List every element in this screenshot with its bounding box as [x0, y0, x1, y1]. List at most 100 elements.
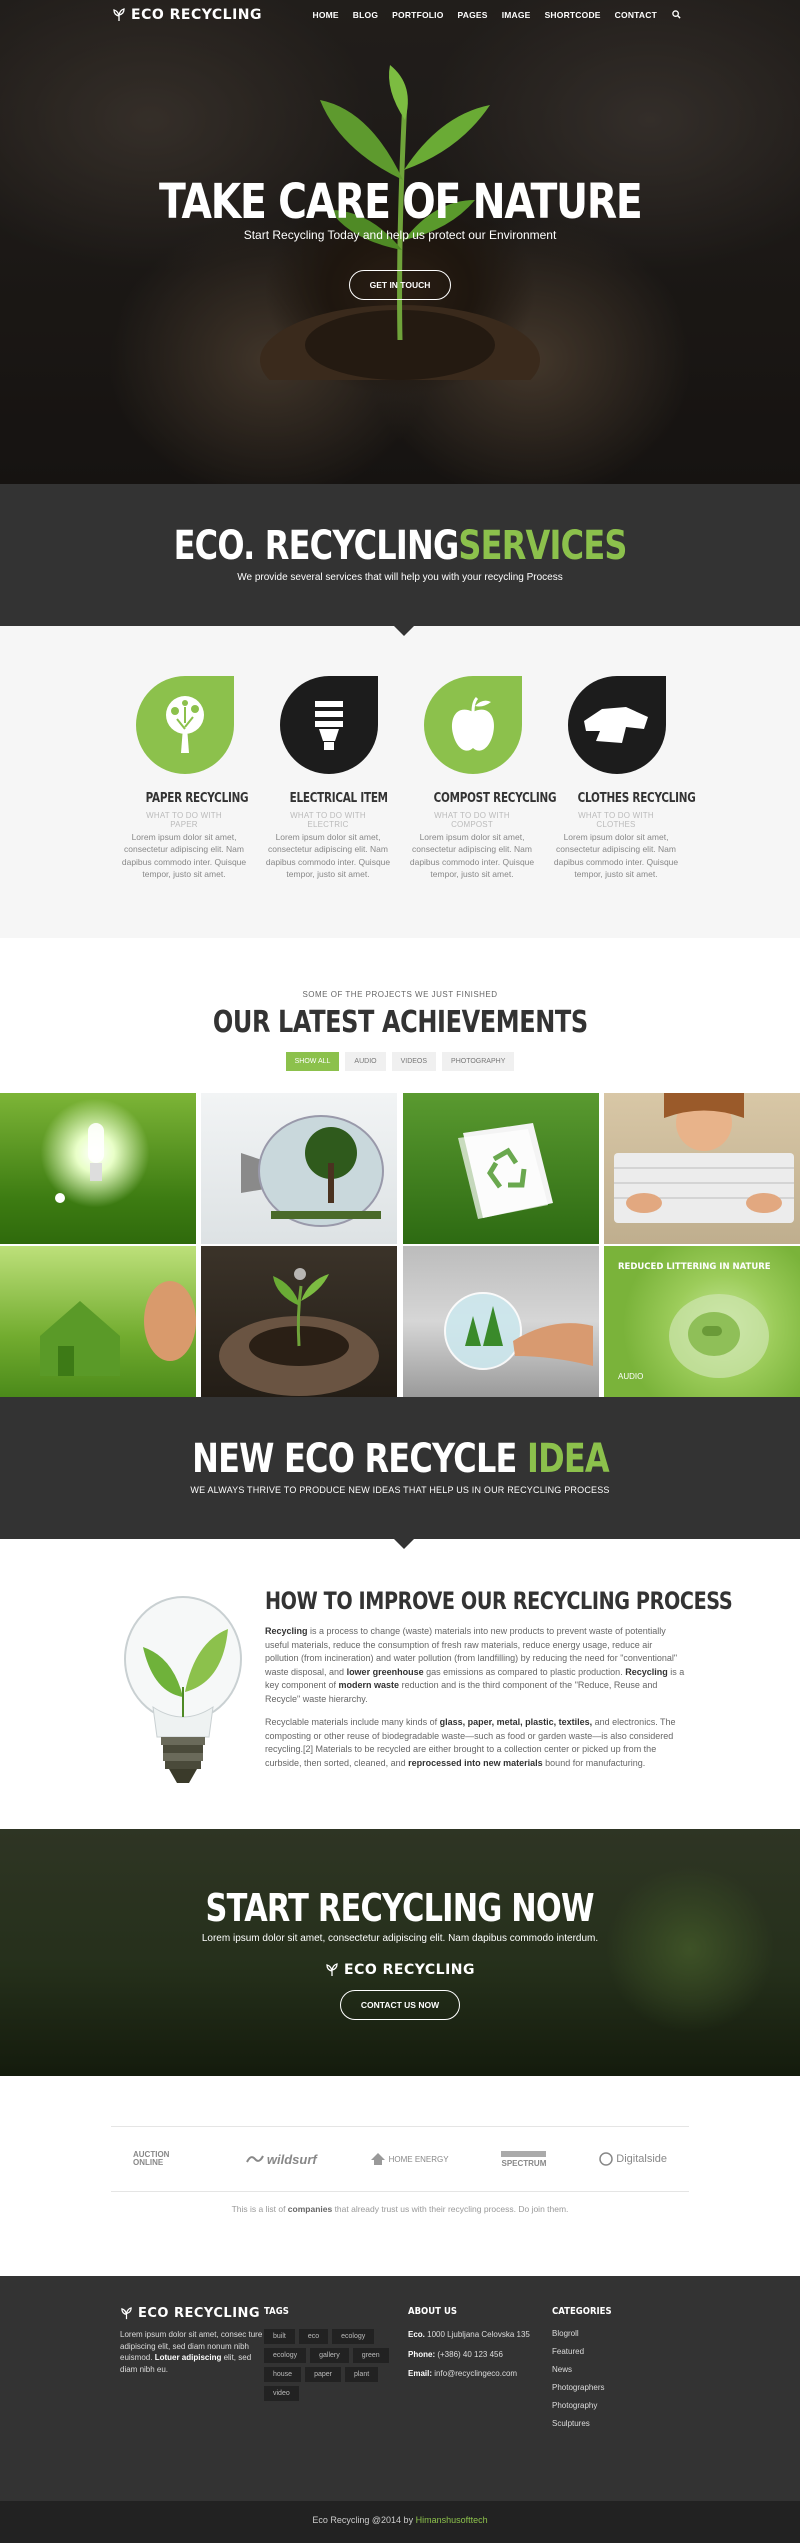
- wave-icon: [245, 2155, 264, 2163]
- category-link[interactable]: Sculptures: [552, 2419, 696, 2428]
- section-arrow: [392, 1537, 416, 1549]
- footer-email: Email: info@recyclingeco.com: [408, 2368, 552, 2380]
- contact-us-button[interactable]: CONTACT US NOW: [339, 1990, 461, 2020]
- tile-category: AUDIO: [617, 1372, 644, 1381]
- about-us-title: ABOUT US: [408, 2306, 457, 2317]
- main-menu: HOME BLOG PORTFOLIO PAGES IMAGE SHORTCOD…: [305, 10, 688, 21]
- client-logo[interactable]: AUCTION ONLINE: [133, 2151, 193, 2167]
- menu-item-portfolio[interactable]: PORTFOLIO: [385, 10, 450, 21]
- category-link[interactable]: Photographers: [552, 2383, 696, 2392]
- globe-icon: [599, 2152, 613, 2166]
- bold-text: Email:: [408, 2369, 433, 2379]
- bold-text: Recycling: [265, 1626, 308, 1636]
- portfolio-tile[interactable]: [402, 1246, 599, 1397]
- hero-content: TAKE CARE OF NATURE Start Recycling Toda…: [0, 178, 800, 300]
- tag[interactable]: eco: [298, 2329, 329, 2344]
- portfolio-tile[interactable]: [0, 1246, 196, 1397]
- service-text: Lorem ipsum dolor sit amet, consectetur …: [553, 832, 679, 879]
- logo-text: ECO RECYCLING: [131, 7, 262, 23]
- category-link[interactable]: News: [552, 2365, 696, 2374]
- filter-photography[interactable]: PHOTOGRAPHY: [442, 1052, 515, 1071]
- footer-categories-column: CATEGORIES Blogroll Featured News Photog…: [552, 2306, 696, 2501]
- services-title-accent: SERVICES: [458, 523, 627, 569]
- services-header: ECO. RECYCLINGSERVICES We provide severa…: [0, 484, 800, 636]
- text-span: gas emissions as compared to plastic pro…: [423, 1666, 626, 1677]
- service-title: COMPOST RECYCLING: [433, 791, 557, 806]
- service-text: Lorem ipsum dolor sit amet, consectetur …: [409, 832, 535, 879]
- filter-show-all[interactable]: SHOW ALL: [285, 1052, 340, 1071]
- portfolio-grid: REDUCED LITTERING IN NATURE AUDIO: [0, 1093, 800, 1397]
- category-link[interactable]: Featured: [552, 2347, 696, 2356]
- portfolio-tile-featured[interactable]: REDUCED LITTERING IN NATURE AUDIO: [603, 1246, 800, 1397]
- improve-title: HOW TO IMPROVE OUR RECYCLING PROCESS: [265, 1587, 733, 1615]
- menu-item-contact[interactable]: CONTACT: [608, 10, 664, 21]
- footer-about-text: Lorem ipsum dolor sit amet, consec ture …: [120, 2329, 264, 2375]
- tag[interactable]: plant: [344, 2367, 379, 2382]
- idea-title-accent: IDEA: [526, 1436, 609, 1482]
- client-name: HOME ENERGY: [388, 2154, 449, 2164]
- idea-title: NEW ECO RECYCLE IDEA: [192, 1436, 610, 1482]
- menu-item-shortcode[interactable]: SHORTCODE: [538, 10, 608, 21]
- tags-title: TAGS: [264, 2306, 289, 2317]
- footer-about-column: ECO RECYCLING Lorem ipsum dolor sit amet…: [120, 2306, 264, 2501]
- cta-subtitle: Lorem ipsum dolor sit amet, consectetur …: [201, 1933, 599, 1944]
- tag[interactable]: ecology: [264, 2348, 307, 2363]
- tree-icon: [136, 676, 234, 774]
- portfolio-tile[interactable]: [201, 1093, 398, 1244]
- leaf-logo-icon: [121, 2307, 132, 2320]
- site-logo[interactable]: ECO RECYCLING: [112, 7, 262, 23]
- tag-cloud: built eco ecology ecology gallery green …: [264, 2329, 394, 2401]
- client-logo[interactable]: SPECTRUM: [501, 2150, 547, 2168]
- cta-logo: ECO RECYCLING: [0, 1962, 800, 1978]
- copyright-bar: Eco Recycling @2014 by Himanshusofttech: [0, 2501, 800, 2543]
- service-title: PAPER RECYCLING: [145, 791, 249, 806]
- portfolio-tile[interactable]: [0, 1093, 196, 1244]
- achievements-pretitle: SOME OF THE PROJECTS WE JUST FINISHED: [302, 990, 498, 999]
- text-span: bound for manufacturing.: [542, 1757, 646, 1768]
- logo-text: ECO RECYCLING: [138, 2306, 261, 2321]
- filter-videos[interactable]: VIDEOS: [391, 1052, 437, 1071]
- logo-text: ECO RECYCLING: [344, 1962, 475, 1978]
- tag[interactable]: built: [264, 2329, 295, 2344]
- lightbulb-icon: [280, 676, 378, 774]
- clients-section: AUCTION ONLINE wildsurf HOME ENERGY SPEC…: [0, 2076, 800, 2276]
- portfolio-tile[interactable]: [603, 1093, 800, 1244]
- house-icon: [370, 2153, 385, 2165]
- services-list: PAPER RECYCLING WHAT TO DO WITH PAPER Lo…: [0, 626, 800, 938]
- menu-item-pages[interactable]: PAGES: [451, 10, 495, 21]
- tag[interactable]: paper: [305, 2367, 341, 2382]
- category-link[interactable]: Photography: [552, 2401, 696, 2410]
- email-link[interactable]: info@recyclingeco.com: [432, 2369, 517, 2378]
- tag[interactable]: green: [352, 2348, 389, 2363]
- client-logo[interactable]: HOME ENERGY: [370, 2152, 449, 2166]
- achievements-title: OUR LATEST ACHIEVEMENTS: [212, 1005, 588, 1040]
- services-subtitle: We provide several services that will he…: [237, 572, 563, 583]
- footer-logo[interactable]: ECO RECYCLING: [120, 2306, 264, 2321]
- text-span: (+386) 40 123 456: [435, 2349, 503, 2359]
- idea-header: NEW ECO RECYCLE IDEA WE ALWAYS THRIVE TO…: [0, 1397, 800, 1549]
- client-logo[interactable]: wildsurf: [245, 2152, 317, 2167]
- tag[interactable]: ecology: [332, 2329, 375, 2344]
- tag[interactable]: video: [264, 2386, 299, 2401]
- hero-subtitle: Start Recycling Today and help us protec…: [243, 228, 557, 242]
- portfolio-tile[interactable]: [201, 1246, 398, 1397]
- leaf-logo-icon: [326, 1963, 338, 1976]
- menu-item-home[interactable]: HOME: [305, 10, 345, 21]
- author-link[interactable]: Himanshusofttech: [416, 2515, 488, 2525]
- menu-item-blog[interactable]: BLOG: [346, 10, 385, 21]
- menu-item-image[interactable]: IMAGE: [495, 10, 538, 21]
- tag[interactable]: gallery: [310, 2348, 349, 2363]
- portfolio-tile[interactable]: [402, 1093, 599, 1244]
- tag[interactable]: house: [264, 2367, 302, 2382]
- get-in-touch-button[interactable]: GET IN TOUCH: [348, 270, 452, 300]
- search-icon[interactable]: [664, 9, 688, 21]
- client-logos: AUCTION ONLINE wildsurf HOME ENERGY SPEC…: [111, 2126, 689, 2192]
- improve-paragraph-2: Recyclable materials include many kinds …: [265, 1716, 685, 1770]
- text-span: that already trust us with their recycli…: [332, 2204, 569, 2214]
- bold-text: Eco.: [408, 2330, 425, 2339]
- footer-phone: Phone: (+386) 40 123 456: [408, 2349, 552, 2361]
- client-logo[interactable]: Digitalside: [599, 2152, 667, 2166]
- bold-text: companies: [287, 2204, 333, 2214]
- filter-audio[interactable]: AUDIO: [345, 1052, 386, 1071]
- category-link[interactable]: Blogroll: [552, 2329, 696, 2338]
